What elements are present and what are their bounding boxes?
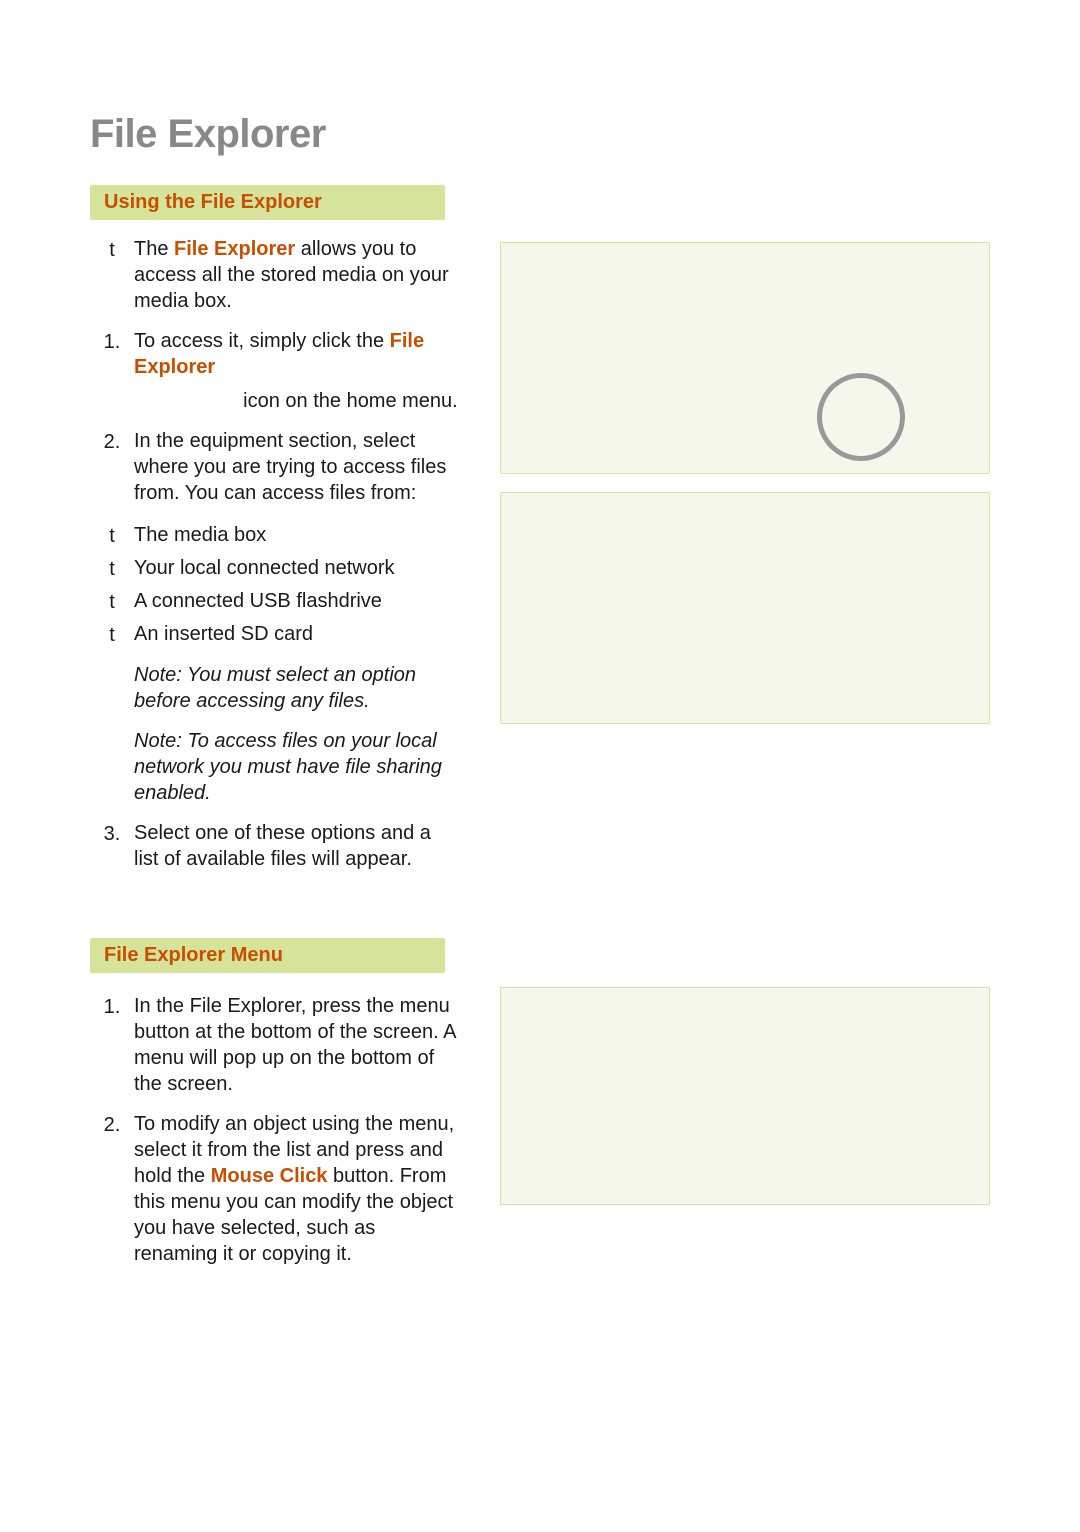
text-fragment: To access it, simply click the — [134, 330, 390, 352]
circle-highlight-icon — [817, 373, 905, 461]
bullet-marker — [90, 728, 134, 729]
note-text: Note: You must select an option before a… — [134, 662, 460, 714]
bullet-marker: t — [90, 236, 134, 263]
step-text: In the equipment section, select where y… — [134, 428, 460, 506]
section-using-images — [500, 234, 990, 878]
section-menu-text: 1. In the File Explorer, press the menu … — [90, 987, 460, 1273]
step-number: 3. — [90, 820, 134, 847]
source-item: Your local connected network — [134, 555, 460, 581]
section-using-text: t The File Explorer allows you to access… — [90, 234, 460, 878]
bullet-marker: t — [90, 588, 134, 615]
screenshot-placeholder-equipment — [500, 492, 990, 724]
text-fragment: The — [134, 238, 174, 260]
section-file-explorer-menu: File Explorer Menu 1. In the File Explor… — [90, 938, 990, 1273]
section-heading-menu: File Explorer Menu — [90, 938, 445, 973]
source-item: The media box — [134, 522, 460, 548]
section-menu-images — [500, 987, 990, 1273]
bullet-marker — [90, 662, 134, 663]
note-text: Note: To access files on your local netw… — [134, 728, 460, 806]
step-number: 2. — [90, 428, 134, 455]
bullet-marker: t — [90, 621, 134, 648]
bullet-marker: t — [90, 522, 134, 549]
screenshot-placeholder-menu — [500, 987, 990, 1205]
step-text: To access it, simply click the File Expl… — [134, 328, 460, 414]
step-text: In the File Explorer, press the menu but… — [134, 993, 460, 1097]
document-page: File Explorer Using the File Explorer t … — [0, 0, 1080, 1532]
source-item: A connected USB flashdrive — [134, 588, 460, 614]
step-number: 1. — [90, 328, 134, 355]
bullet-marker: t — [90, 555, 134, 582]
emphasis-mouse-click: Mouse Click — [211, 1165, 328, 1187]
step-text: Select one of these options and a list o… — [134, 820, 460, 872]
source-item: An inserted SD card — [134, 621, 460, 647]
intro-text: The File Explorer allows you to access a… — [134, 236, 460, 314]
section-using-file-explorer: Using the File Explorer t The File Explo… — [90, 185, 990, 878]
screenshot-placeholder-home — [500, 242, 990, 474]
step-number: 1. — [90, 993, 134, 1020]
emphasis-file-explorer: File Explorer — [174, 238, 295, 260]
text-fragment: icon on the home menu. — [243, 388, 458, 414]
section-heading-using: Using the File Explorer — [90, 185, 445, 220]
step-number: 2. — [90, 1111, 134, 1138]
page-title: File Explorer — [90, 112, 990, 157]
step-text: To modify an object using the menu, sele… — [134, 1111, 460, 1267]
